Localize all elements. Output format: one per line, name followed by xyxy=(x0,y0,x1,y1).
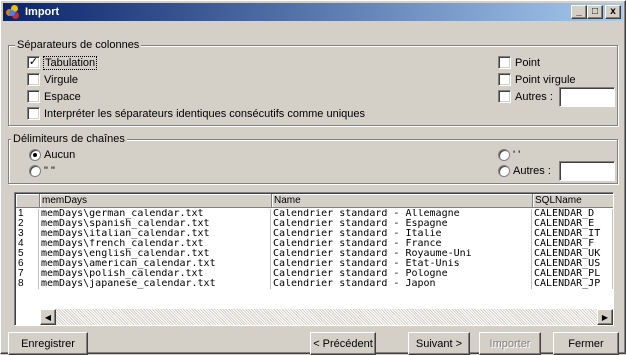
close-window-button[interactable]: x xyxy=(605,5,621,19)
cell-name[interactable]: Calendrier standard - Italie xyxy=(271,229,532,239)
column-header-sqlname[interactable]: SQLName xyxy=(533,194,614,208)
other-separator-checkbox[interactable]: Autres : xyxy=(498,90,553,103)
import-button[interactable]: Importer xyxy=(479,332,541,355)
cell-memdays[interactable]: memDays\polish_calendar.txt xyxy=(39,269,271,279)
grid-body: 1 memDays\german_calendar.txt Calendrier… xyxy=(16,209,613,289)
close-button-label: Fermer xyxy=(568,338,603,350)
delimiter-none-radio[interactable]: Aucun xyxy=(29,149,75,161)
row-number: 8 xyxy=(16,279,39,289)
cell-sqlname[interactable]: CALENDAR_US xyxy=(532,259,613,269)
next-button[interactable]: Suivant > xyxy=(408,332,470,355)
cell-memdays[interactable]: memDays\german_calendar.txt xyxy=(39,209,271,219)
cell-sqlname[interactable]: CALENDAR_JP xyxy=(532,279,613,289)
space-label: Espace xyxy=(44,91,81,103)
save-button-label: Enregistrer xyxy=(21,338,75,350)
delimiter-other-radio[interactable]: Autres : xyxy=(498,165,551,177)
table-row[interactable]: 6 memDays\american_calendar.txt Calendri… xyxy=(16,259,613,269)
cell-name[interactable]: Calendrier standard - Etat-Unis xyxy=(271,259,532,269)
table-row[interactable]: 7 memDays\polish_calendar.txt Calendrier… xyxy=(16,269,613,279)
cell-name[interactable]: Calendrier standard - Japon xyxy=(271,279,532,289)
string-delimiters-group: Délimiteurs de chaînes xyxy=(8,139,618,184)
string-delimiters-legend: Délimiteurs de chaînes xyxy=(11,133,127,145)
column-header-name[interactable]: Name xyxy=(272,194,533,208)
comma-checkbox-box[interactable] xyxy=(27,73,40,86)
consecutive-separators-checkbox[interactable]: Interpréter les séparateurs identiques c… xyxy=(27,107,365,120)
semicolon-label: Point virgule xyxy=(515,74,576,86)
delimiter-double-quote-label: " " xyxy=(44,165,55,177)
previous-button-label: < Précédent xyxy=(313,338,373,350)
semicolon-checkbox[interactable]: Point virgule xyxy=(498,73,576,86)
semicolon-checkbox-box[interactable] xyxy=(498,73,511,86)
scroll-left-icon[interactable]: ◀ xyxy=(40,309,56,325)
cell-name[interactable]: Calendrier standard - Allemagne xyxy=(271,209,532,219)
comma-checkbox[interactable]: Virgule xyxy=(27,73,78,86)
grid-corner-header xyxy=(16,194,40,208)
delimiter-other-radio-dot[interactable] xyxy=(498,165,510,177)
cell-sqlname[interactable]: CALENDAR_IT xyxy=(532,229,613,239)
consecutive-label: Interpréter les séparateurs identiques c… xyxy=(44,108,365,120)
maximize-button[interactable]: □ xyxy=(587,5,603,19)
cell-name[interactable]: Calendrier standard - Pologne xyxy=(271,269,532,279)
app-icon xyxy=(5,4,21,20)
space-checkbox[interactable]: Espace xyxy=(27,90,81,103)
window-title: Import xyxy=(23,6,59,18)
horizontal-scrollbar[interactable]: ◀ ▶ xyxy=(40,309,613,325)
table-row[interactable]: 4 memDays\french_calendar.txt Calendrier… xyxy=(16,239,613,249)
other-separator-checkbox-box[interactable] xyxy=(498,90,511,103)
scroll-right-icon[interactable]: ▶ xyxy=(597,309,613,325)
tab-checkbox-box[interactable]: ✓ xyxy=(27,56,40,69)
delimiter-double-quote-radio-dot[interactable] xyxy=(29,165,41,177)
table-row[interactable]: 8 memDays\japanese_calendar.txt Calendri… xyxy=(16,279,613,289)
delimiter-single-quote-radio-dot[interactable] xyxy=(498,149,510,161)
minimize-button[interactable]: _ xyxy=(571,5,587,19)
period-checkbox[interactable]: Point xyxy=(498,56,540,69)
period-label: Point xyxy=(515,57,540,69)
next-button-label: Suivant > xyxy=(416,338,462,350)
delimiter-none-label: Aucun xyxy=(44,149,75,161)
cell-memdays[interactable]: memDays\italian_calendar.txt xyxy=(39,229,271,239)
cell-memdays[interactable]: memDays\french_calendar.txt xyxy=(39,239,271,249)
cell-memdays[interactable]: memDays\japanese_calendar.txt xyxy=(39,279,271,289)
cell-sqlname[interactable]: CALENDAR_E xyxy=(532,219,613,229)
previous-button[interactable]: < Précédent xyxy=(310,332,376,355)
cell-memdays[interactable]: memDays\american_calendar.txt xyxy=(39,259,271,269)
table-row[interactable]: 1 memDays\german_calendar.txt Calendrier… xyxy=(16,209,613,219)
close-button[interactable]: Fermer xyxy=(553,332,619,355)
cell-name[interactable]: Calendrier standard - Royaume-Uni xyxy=(271,249,532,259)
other-separator-label: Autres : xyxy=(515,91,553,103)
consecutive-checkbox-box[interactable] xyxy=(27,107,40,120)
delimiter-single-quote-radio[interactable]: ' ' xyxy=(498,149,520,161)
delimiter-single-quote-label: ' ' xyxy=(513,149,520,161)
grid-header: memDays Name SQLName xyxy=(16,194,614,208)
cell-sqlname[interactable]: CALENDAR_UK xyxy=(532,249,613,259)
cell-memdays[interactable]: memDays\spanish_calendar.txt xyxy=(39,219,271,229)
cell-sqlname[interactable]: CALENDAR_D xyxy=(532,209,613,219)
other-separator-input[interactable] xyxy=(559,87,615,107)
column-separators-legend: Séparateurs de colonnes xyxy=(15,39,141,51)
period-checkbox-box[interactable] xyxy=(498,56,511,69)
cell-sqlname[interactable]: CALENDAR_F xyxy=(532,239,613,249)
preview-grid[interactable]: memDays Name SQLName 1 memDays\german_ca… xyxy=(14,192,614,326)
cell-memdays[interactable]: memDays\english_calendar.txt xyxy=(39,249,271,259)
delimiter-none-radio-dot[interactable] xyxy=(29,149,41,161)
save-button[interactable]: Enregistrer xyxy=(8,332,88,355)
space-checkbox-box[interactable] xyxy=(27,90,40,103)
delimiter-double-quote-radio[interactable]: " " xyxy=(29,165,55,177)
column-header-memdays[interactable]: memDays xyxy=(40,194,272,208)
title-bar[interactable]: Import _ □ x xyxy=(3,3,623,21)
comma-label: Virgule xyxy=(44,74,78,86)
cell-name[interactable]: Calendrier standard - France xyxy=(271,239,532,249)
import-button-label: Importer xyxy=(490,338,531,350)
tab-checkbox[interactable]: ✓ Tabulation xyxy=(27,56,96,69)
import-window: Import _ □ x Séparateurs de colonnes ✓ T… xyxy=(0,0,626,354)
table-row[interactable]: 5 memDays\english_calendar.txt Calendrie… xyxy=(16,249,613,259)
other-delimiter-input[interactable] xyxy=(559,161,615,181)
table-row[interactable]: 2 memDays\spanish_calendar.txt Calendrie… xyxy=(16,219,613,229)
delimiter-other-label: Autres : xyxy=(513,165,551,177)
cell-name[interactable]: Calendrier standard - Espagne xyxy=(271,219,532,229)
tab-label: Tabulation xyxy=(44,57,96,69)
cell-sqlname[interactable]: CALENDAR_PL xyxy=(532,269,613,279)
table-row[interactable]: 3 memDays\italian_calendar.txt Calendrie… xyxy=(16,229,613,239)
